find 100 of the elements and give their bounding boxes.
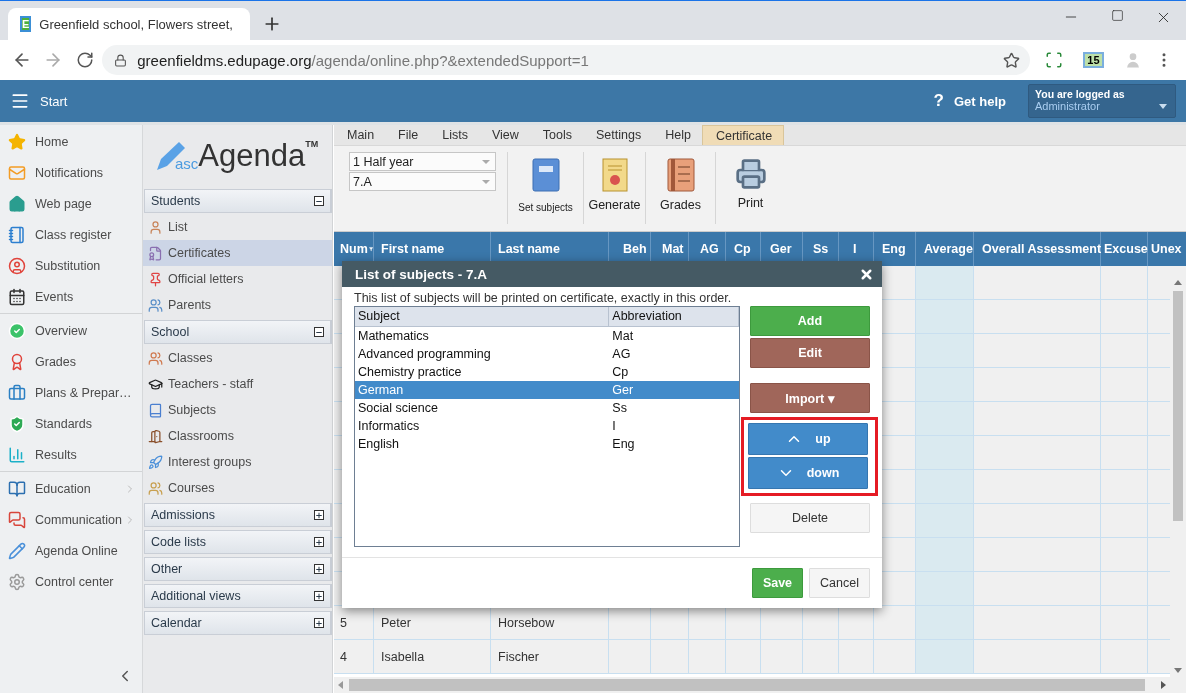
- subject-abbreviation: Ger: [611, 383, 635, 397]
- toolbar-button[interactable]: Print: [715, 152, 785, 224]
- section-header[interactable]: Additional views: [144, 584, 332, 608]
- menu-tab[interactable]: Tools: [529, 125, 583, 145]
- menu-tab[interactable]: Lists: [429, 125, 479, 145]
- dropdown[interactable]: 1 Half year: [349, 152, 496, 171]
- expand-icon[interactable]: [314, 564, 324, 574]
- nav-item[interactable]: Results: [0, 439, 142, 470]
- cancel-button[interactable]: Cancel: [809, 568, 870, 598]
- help-icon[interactable]: ?: [933, 91, 944, 111]
- menu-tab[interactable]: File: [385, 125, 430, 145]
- menu-tab[interactable]: Main: [334, 125, 386, 145]
- menu-tab[interactable]: Help: [652, 125, 702, 145]
- address-bar[interactable]: greenfieldms.edupage.org/agenda/online.php?&extendedSupport=1: [102, 45, 1031, 75]
- item-icon: [148, 350, 163, 366]
- nav-item[interactable]: Control center: [0, 566, 142, 597]
- filter-icon[interactable]: [368, 245, 373, 253]
- section-header[interactable]: Calendar: [144, 611, 332, 635]
- nav-icon: [8, 287, 26, 306]
- start-label[interactable]: Start: [40, 93, 68, 109]
- collapse-icon[interactable]: [314, 327, 324, 337]
- section-header[interactable]: Code lists: [144, 530, 332, 554]
- sidebar-item[interactable]: Courses: [143, 475, 332, 501]
- nav-item[interactable]: Standards: [0, 408, 142, 439]
- nav-item[interactable]: Communication: [0, 504, 142, 535]
- down-button[interactable]: down: [748, 457, 868, 489]
- collapse-icon[interactable]: [314, 196, 324, 206]
- close-icon[interactable]: [859, 266, 874, 282]
- table-cell: [916, 334, 974, 368]
- nav-item[interactable]: Home: [0, 126, 142, 157]
- table-cell: [916, 436, 974, 470]
- menu-tab[interactable]: Certificate: [701, 125, 785, 145]
- item-icon: [148, 454, 163, 470]
- sidebar-item[interactable]: Interest groups: [143, 449, 332, 475]
- sidebar-item[interactable]: Classrooms: [143, 423, 332, 449]
- section-header[interactable]: Admissions: [144, 503, 332, 527]
- logo-prefix: asc: [175, 154, 199, 172]
- expand-icon[interactable]: [314, 618, 324, 628]
- menu-icon[interactable]: [10, 91, 30, 111]
- url-host: greenfieldms.edupage.org: [137, 51, 312, 69]
- nav-item[interactable]: Substitution: [0, 250, 142, 281]
- section-header[interactable]: Other: [144, 557, 332, 581]
- table-cell: [1101, 368, 1148, 402]
- item-icon: [148, 245, 163, 261]
- section-header[interactable]: Students: [144, 189, 332, 213]
- sidebar-item[interactable]: Classes: [143, 345, 332, 371]
- toolbar-button[interactable]: Grades: [645, 152, 715, 224]
- menu-tab[interactable]: Settings: [583, 125, 653, 145]
- horizontal-scrollbar[interactable]: [334, 677, 1186, 693]
- edit-button[interactable]: Edit: [750, 338, 870, 368]
- vertical-scrollbar[interactable]: [1170, 266, 1186, 677]
- printer-icon: [734, 158, 767, 190]
- nav-icon: [8, 225, 26, 244]
- expand-icon[interactable]: [314, 510, 324, 520]
- nav-item[interactable]: Class register: [0, 219, 142, 250]
- maximize-icon[interactable]: [1110, 9, 1124, 22]
- table-cell: [1101, 538, 1148, 572]
- item-icon: [148, 480, 163, 496]
- dropdown[interactable]: 7.A: [349, 172, 496, 191]
- column-header[interactable]: Subject: [355, 307, 610, 326]
- menu-tab[interactable]: View: [478, 125, 530, 145]
- nav-item[interactable]: Overview: [0, 315, 142, 346]
- bookmark-star-icon[interactable]: [1003, 51, 1021, 69]
- help-link[interactable]: Get help: [954, 93, 1006, 109]
- expand-icon[interactable]: [314, 591, 324, 601]
- sidebar-item[interactable]: Teachers - staff: [143, 371, 332, 397]
- toolbar-button[interactable]: Generate: [583, 152, 645, 224]
- toolbar-button[interactable]: Set subjects: [507, 152, 583, 224]
- nav-item[interactable]: Agenda Online: [0, 535, 142, 566]
- reload-icon[interactable]: [75, 51, 94, 69]
- browser-tab[interactable]: E Greenfield school, Flowers street,: [8, 8, 250, 40]
- nav-icon: [8, 445, 26, 464]
- nav-item[interactable]: Grades: [0, 346, 142, 377]
- subject-name: Mathematics: [357, 329, 430, 343]
- column-header[interactable]: Abbreviation: [609, 307, 739, 326]
- table-cell: [839, 606, 874, 640]
- nav-item[interactable]: Notifications: [0, 157, 142, 188]
- table-cell: [803, 606, 839, 640]
- sidebar-item[interactable]: Subjects: [143, 397, 332, 423]
- sidebar-item[interactable]: List: [143, 214, 332, 240]
- table-cell: [609, 606, 651, 640]
- subject-name: Chemistry practice: [357, 365, 463, 379]
- section-header[interactable]: School: [144, 320, 332, 344]
- user-dropdown[interactable]: You are logged as Administrator: [1028, 84, 1176, 118]
- import-button[interactable]: Import ▾: [750, 383, 870, 413]
- delete-button[interactable]: Delete: [750, 503, 870, 533]
- table-cell: [726, 606, 761, 640]
- sidebar-item[interactable]: Certificates: [143, 240, 332, 266]
- expand-icon[interactable]: [314, 537, 324, 547]
- sidebar-item[interactable]: Parents: [143, 292, 332, 318]
- book-icon: [531, 158, 560, 192]
- extension-badge[interactable]: 15: [1079, 45, 1108, 75]
- sidebar-item[interactable]: Official letters: [143, 266, 332, 292]
- table-cell: [916, 300, 974, 334]
- nav-item[interactable]: Events: [0, 281, 142, 312]
- nav-item[interactable]: Education: [0, 473, 142, 504]
- nav-item[interactable]: Web page: [0, 188, 142, 219]
- nav-item[interactable]: Plans & Prepar…: [0, 377, 142, 408]
- list-row[interactable]: German Ger: [355, 381, 739, 399]
- up-button[interactable]: up: [748, 423, 868, 455]
